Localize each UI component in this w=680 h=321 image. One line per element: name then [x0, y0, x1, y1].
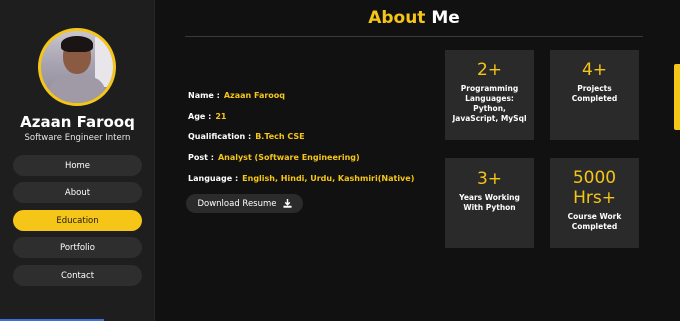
- info-label: Post :: [188, 153, 214, 162]
- stat-line: JavaScript, MySql: [452, 114, 527, 123]
- profile-role: Software Engineer Intern: [24, 133, 131, 143]
- download-icon: [282, 199, 292, 208]
- scrollbar-thumb[interactable]: [674, 64, 680, 130]
- stat-text: Course Work Completed: [568, 212, 622, 232]
- info-label: Language :: [188, 174, 239, 183]
- info-label: Age :: [188, 112, 212, 121]
- info-value: Azaan Farooq: [223, 91, 286, 100]
- info-label: Name :: [188, 91, 220, 100]
- stat-number-unit: Hrs+: [573, 188, 616, 208]
- stat-line: Completed: [571, 94, 618, 103]
- avatar-hair: [61, 36, 93, 52]
- stat-line: With Python: [463, 203, 516, 212]
- stat-line: Years Working: [459, 193, 520, 202]
- info-row-name: Name : Azaan Farooq: [188, 91, 285, 100]
- page-title-rest: Me: [431, 8, 460, 28]
- info-value: English, Hindi, Urdu, Kashmiri(Native): [242, 174, 415, 183]
- stat-line: Projects: [577, 84, 612, 93]
- info-value: Analyst (Software Engineering): [217, 153, 360, 162]
- download-resume-label: Download Resume: [197, 198, 277, 209]
- stat-text: Projects Completed: [572, 84, 618, 104]
- stat-text: Programming Languages: Python, JavaScrip…: [452, 84, 526, 124]
- stat-line: Course Work: [567, 212, 622, 221]
- stat-line: Python,: [473, 104, 506, 113]
- nav-education-button[interactable]: Education: [13, 210, 142, 231]
- stat-card-projects: 4+ Projects Completed: [550, 50, 639, 140]
- stat-line: Programming: [460, 84, 519, 93]
- nav-portfolio-button[interactable]: Portfolio: [13, 237, 142, 258]
- stat-line: Languages:: [465, 94, 514, 103]
- profile-name: Azaan Farooq: [20, 113, 135, 131]
- download-resume-button[interactable]: Download Resume: [186, 194, 303, 213]
- sidebar: Azaan Farooq Software Engineer Intern Ho…: [0, 0, 155, 321]
- stat-card-coursework: 5000 Hrs+ Course Work Completed: [550, 158, 639, 248]
- info-label: Qualification :: [188, 132, 252, 141]
- stat-text: Years Working With Python: [459, 193, 520, 213]
- stat-number: 2+: [476, 60, 503, 80]
- info-value: B.Tech CSE: [255, 132, 305, 141]
- page-title: About Me: [185, 8, 643, 28]
- stat-card-languages: 2+ Programming Languages: Python, JavaSc…: [445, 50, 534, 140]
- nav-about-button[interactable]: About: [13, 182, 142, 203]
- info-row-post: Post : Analyst (Software Engineering): [188, 153, 360, 162]
- info-row-qualification: Qualification : B.Tech CSE: [188, 132, 305, 141]
- info-row-age: Age :21: [188, 112, 226, 121]
- info-value: 21: [215, 112, 227, 121]
- stat-number: 3+: [476, 169, 503, 189]
- stat-line: Completed: [571, 222, 618, 231]
- stat-card-experience: 3+ Years Working With Python: [445, 158, 534, 248]
- nav-contact-button[interactable]: Contact: [13, 265, 142, 286]
- title-divider: [185, 36, 643, 37]
- info-row-language: Language : English, Hindi, Urdu, Kashmiri…: [188, 174, 414, 183]
- avatar: [38, 28, 116, 106]
- page-title-accent: About: [368, 8, 426, 28]
- avatar-torso: [49, 75, 105, 103]
- stat-number: 4+: [581, 60, 608, 80]
- nav-home-button[interactable]: Home: [13, 155, 142, 176]
- stat-number: 5000: [572, 168, 617, 188]
